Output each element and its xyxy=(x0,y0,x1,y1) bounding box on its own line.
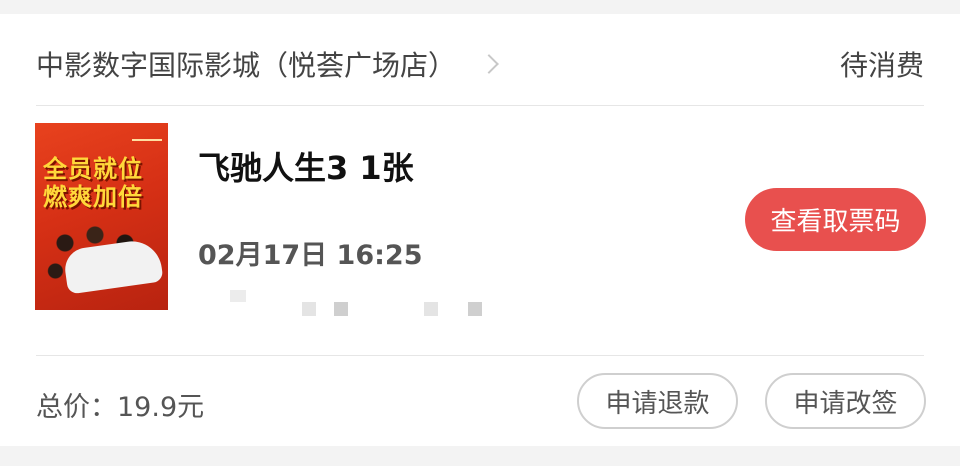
order-card: 中影数字国际影城（悦荟广场店） 待消费 全员就位 燃爽加倍 飞驰人生3 1张 0… xyxy=(0,14,960,446)
showtime: 02月17日 16:25 xyxy=(198,240,423,271)
change-ticket-button[interactable]: 申请改签 xyxy=(765,373,926,429)
cinema-name: 中影数字国际影城（悦荟广场店） xyxy=(36,49,457,82)
refund-button[interactable]: 申请退款 xyxy=(577,373,738,429)
movie-poster[interactable]: 全员就位 燃爽加倍 xyxy=(35,123,168,310)
poster-logo xyxy=(132,131,162,141)
divider xyxy=(36,105,924,106)
chevron-right-icon xyxy=(479,54,499,74)
seat-info-redacted xyxy=(196,286,496,316)
poster-text-2: 燃爽加倍 xyxy=(43,183,143,211)
order-header: 中影数字国际影城（悦荟广场店） 待消费 xyxy=(0,14,960,106)
movie-title: 飞驰人生3 1张 xyxy=(198,149,414,187)
divider xyxy=(36,355,924,356)
total-price: 总价：19.9元 xyxy=(36,392,205,423)
view-ticket-code-button[interactable]: 查看取票码 xyxy=(745,188,926,251)
cinema-link[interactable]: 中影数字国际影城（悦荟广场店） xyxy=(36,44,499,84)
order-status: 待消费 xyxy=(839,49,924,82)
